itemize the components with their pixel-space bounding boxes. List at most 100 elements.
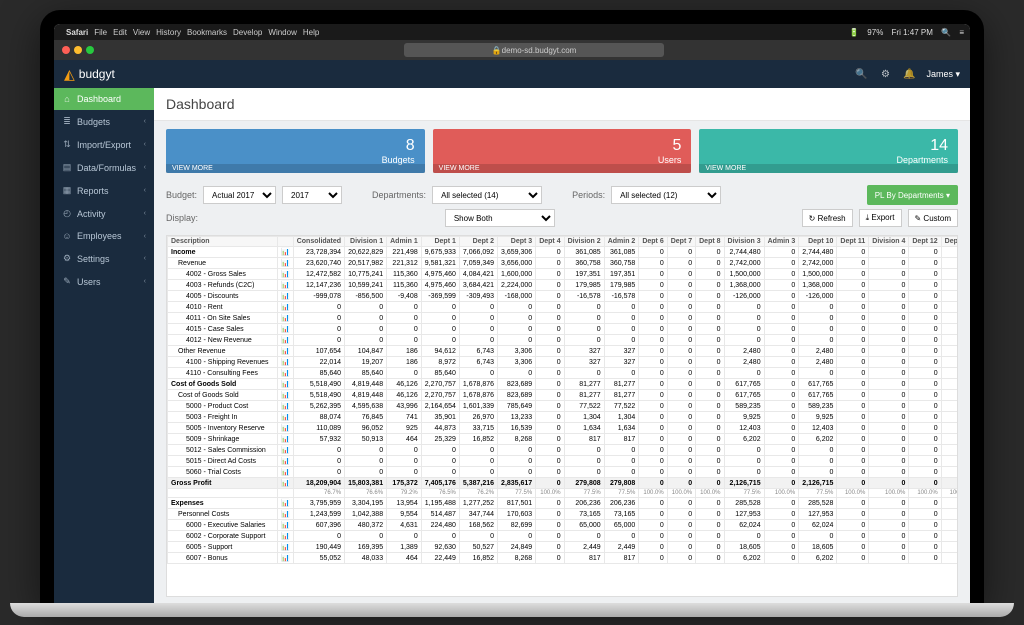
display-select[interactable]: Show Both [445, 209, 555, 227]
user-menu[interactable]: James ▾ [926, 69, 960, 80]
budget-select[interactable]: Actual 2017 [203, 186, 276, 204]
chart-icon[interactable]: 📊 [278, 467, 294, 478]
chart-icon[interactable]: 📊 [278, 335, 294, 346]
col-header[interactable] [278, 237, 294, 247]
window-zoom-icon[interactable] [86, 46, 94, 54]
col-header[interactable]: Division 4 [869, 237, 909, 247]
menu-edit[interactable]: Edit [113, 28, 127, 37]
chart-icon[interactable]: 📊 [278, 434, 294, 445]
col-header[interactable]: Dept 11 [837, 237, 869, 247]
chart-icon[interactable]: 📊 [278, 412, 294, 423]
chart-icon[interactable]: 📊 [278, 498, 294, 509]
menu-icon[interactable]: ≡ [959, 28, 964, 37]
pl-by-dept-button[interactable]: PL By Departments ▾ [867, 185, 958, 205]
card-budgets[interactable]: 8BudgetsVIEW MORE [166, 129, 425, 173]
chevron-right-icon: ‹ [144, 233, 146, 240]
refresh-button[interactable]: ↻ Refresh [802, 209, 853, 227]
data-grid[interactable]: Description ConsolidatedDivision 1Admin 1… [166, 235, 958, 597]
chart-icon[interactable]: 📊 [278, 346, 294, 357]
col-header[interactable]: Admin 1 [387, 237, 422, 247]
chart-icon[interactable]: 📊 [278, 423, 294, 434]
col-header[interactable]: Dept 1 [421, 237, 459, 247]
sidebar-item-users[interactable]: ✎Users‹ [54, 270, 154, 293]
chart-icon[interactable] [278, 489, 294, 498]
col-header[interactable]: Division 3 [724, 237, 764, 247]
menu-window[interactable]: Window [268, 28, 296, 37]
chart-icon[interactable]: 📊 [278, 368, 294, 379]
chart-icon[interactable]: 📊 [278, 478, 294, 489]
view-more-link[interactable]: VIEW MORE [166, 164, 425, 173]
search-icon[interactable]: 🔍 [852, 65, 870, 83]
sidebar-item-data-formulas[interactable]: ▤Data/Formulas‹ [54, 156, 154, 179]
chart-icon[interactable]: 📊 [278, 390, 294, 401]
brand-logo[interactable]: ◭ budgyt [64, 66, 115, 83]
chart-icon[interactable]: 📊 [278, 456, 294, 467]
card-departments[interactable]: 14DepartmentsVIEW MORE [699, 129, 958, 173]
col-header[interactable]: Division 1 [345, 237, 387, 247]
chart-icon[interactable]: 📊 [278, 553, 294, 564]
menu-help[interactable]: Help [303, 28, 319, 37]
menu-develop[interactable]: Develop [233, 28, 262, 37]
chart-icon[interactable]: 📊 [278, 445, 294, 456]
view-more-link[interactable]: VIEW MORE [433, 164, 692, 173]
menu-view[interactable]: View [133, 28, 150, 37]
col-header[interactable]: Admin 3 [764, 237, 799, 247]
chart-icon[interactable]: 📊 [278, 280, 294, 291]
dept-select[interactable]: All selected (14) [432, 186, 542, 204]
bell-icon[interactable]: 🔔 [900, 65, 918, 83]
custom-button[interactable]: ✎ Custom [908, 209, 959, 227]
sidebar-item-budgets[interactable]: ≣Budgets‹ [54, 110, 154, 133]
col-header[interactable]: Consolidated [293, 237, 344, 247]
menu-bookmarks[interactable]: Bookmarks [187, 28, 227, 37]
url-field[interactable]: 🔒 demo-sd.budgyt.com [404, 43, 664, 57]
col-header[interactable]: Dept 7 [667, 237, 695, 247]
chart-icon[interactable]: 📊 [278, 313, 294, 324]
chart-icon[interactable]: 📊 [278, 401, 294, 412]
sidebar-item-reports[interactable]: ▦Reports‹ [54, 179, 154, 202]
chart-icon[interactable]: 📊 [278, 379, 294, 390]
search-menubar-icon[interactable]: 🔍 [941, 28, 951, 37]
menubar-app[interactable]: Safari [66, 28, 88, 37]
col-header[interactable]: Dept 4 [536, 237, 564, 247]
window-minimize-icon[interactable] [74, 46, 82, 54]
col-header[interactable]: Dept 2 [459, 237, 497, 247]
col-header[interactable]: Dept 6 [639, 237, 667, 247]
cell-value: 0 [941, 357, 958, 368]
sidebar-item-activity[interactable]: ◴Activity‹ [54, 202, 154, 225]
card-users[interactable]: 5UsersVIEW MORE [433, 129, 692, 173]
col-header[interactable]: Dept 12 [909, 237, 941, 247]
col-header[interactable]: Admin 2 [604, 237, 639, 247]
export-button[interactable]: ⤓ Export [859, 209, 902, 227]
cell-value: 0 [667, 531, 695, 542]
chart-icon[interactable]: 📊 [278, 258, 294, 269]
menu-history[interactable]: History [156, 28, 181, 37]
chart-icon[interactable]: 📊 [278, 520, 294, 531]
sidebar-item-settings[interactable]: ⚙Settings‹ [54, 247, 154, 270]
sidebar-item-employees[interactable]: ☺Employees‹ [54, 225, 154, 247]
chart-icon[interactable]: 📊 [278, 542, 294, 553]
col-header[interactable]: Dept 8 [696, 237, 724, 247]
window-close-icon[interactable] [62, 46, 70, 54]
col-header[interactable]: Dept 10 [799, 237, 837, 247]
cell-value: 100.0% [909, 489, 941, 498]
menu-file[interactable]: File [94, 28, 107, 37]
year-select[interactable]: 2017 [282, 186, 342, 204]
col-header[interactable]: Division 2 [564, 237, 604, 247]
chart-icon[interactable]: 📊 [278, 247, 294, 258]
chart-icon[interactable]: 📊 [278, 302, 294, 313]
view-more-link[interactable]: VIEW MORE [699, 164, 958, 173]
gear-icon[interactable]: ⚙ [876, 65, 894, 83]
period-select[interactable]: All selected (12) [611, 186, 721, 204]
cell-value: 0 [564, 467, 604, 478]
chart-icon[interactable]: 📊 [278, 269, 294, 280]
sidebar-item-import-export[interactable]: ⇅Import/Export‹ [54, 133, 154, 156]
col-header[interactable]: Description [168, 237, 278, 247]
chart-icon[interactable]: 📊 [278, 509, 294, 520]
col-header[interactable]: Dept 3 [498, 237, 536, 247]
chart-icon[interactable]: 📊 [278, 531, 294, 542]
chart-icon[interactable]: 📊 [278, 357, 294, 368]
col-header[interactable]: Dept 13 [941, 237, 958, 247]
chart-icon[interactable]: 📊 [278, 291, 294, 302]
chart-icon[interactable]: 📊 [278, 324, 294, 335]
sidebar-item-dashboard[interactable]: ⌂Dashboard [54, 88, 154, 110]
